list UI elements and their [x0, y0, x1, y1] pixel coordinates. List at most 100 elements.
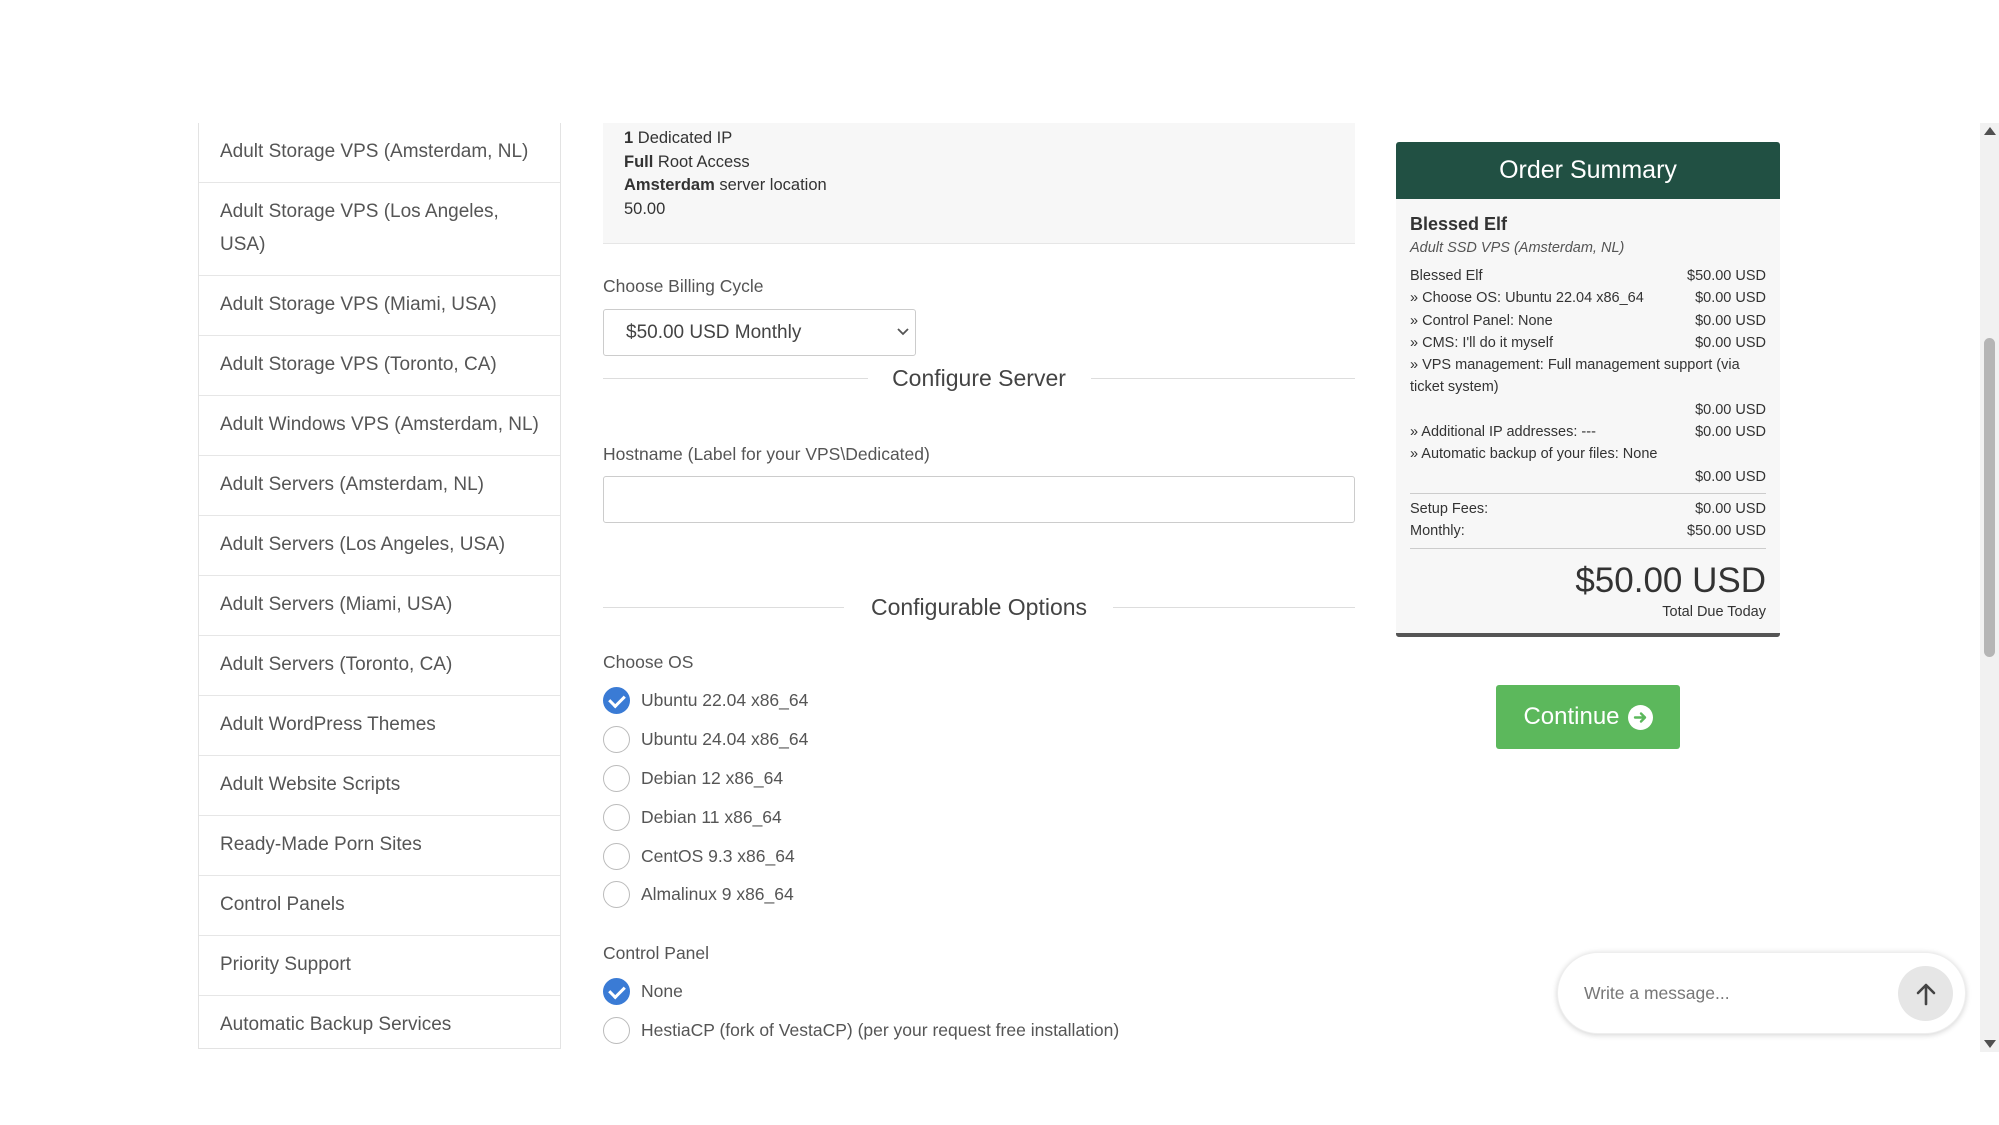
summary-line-desc: » Automatic backup of your files: None [1410, 446, 1658, 463]
summary-line-amount: $0.00 USD [1695, 334, 1766, 351]
radio-checked-icon[interactable] [603, 977, 630, 1005]
spec-root-bold: Full [624, 152, 654, 171]
summary-line-amount: $0.00 USD [1695, 401, 1766, 418]
summary-line-amount: $0.00 USD [1695, 424, 1766, 441]
sidebar-item[interactable]: Control Panels [199, 876, 560, 936]
continue-label: Continue [1523, 703, 1620, 730]
setup-fees-line: Setup Fees: $0.00 USD [1410, 498, 1766, 520]
radio-icon[interactable] [603, 880, 630, 908]
os-option-label: Ubuntu 24.04 x86_64 [641, 728, 809, 749]
configure-server-title: Configure Server [870, 365, 1088, 391]
billing-cycle-value: $50.00 USD Monthly [626, 322, 802, 343]
configure-server-title-wrap: Configure Server [603, 363, 1355, 393]
chat-widget[interactable]: Write a message... [1557, 952, 1966, 1034]
setup-fees-amount: $0.00 USD [1695, 500, 1766, 517]
summary-line-desc: » VPS management: Full management suppor… [1410, 357, 1740, 396]
sidebar-item[interactable]: Adult Servers (Amsterdam, NL) [199, 456, 560, 516]
scroll-down-arrow-icon[interactable] [1984, 1040, 1996, 1048]
summary-line-desc: » Additional IP addresses: --- [1410, 424, 1596, 441]
summary-line-amount: $0.00 USD [1695, 468, 1766, 485]
summary-line-desc: » Choose OS: Ubuntu 22.04 x86_64 [1410, 290, 1644, 307]
product-config: 1 Dedicated IP Full Root Access Amsterda… [603, 123, 1355, 1044]
spec-ip: 1 Dedicated IP [624, 127, 1334, 151]
monthly-amount: $50.00 USD [1687, 523, 1766, 540]
continue-button[interactable]: Continue [1496, 685, 1680, 749]
arrow-up-icon [1916, 983, 1935, 1005]
os-option[interactable]: Almalinux 9 x86_64 [603, 878, 794, 910]
order-summary: Order Summary Blessed Elf Adult SSD VPS … [1396, 142, 1780, 637]
summary-line: » VPS management: Full management suppor… [1410, 354, 1766, 399]
product-group: Adult SSD VPS (Amsterdam, NL) [1410, 240, 1625, 256]
hostname-input[interactable] [603, 476, 1355, 523]
os-option[interactable]: Debian 11 x86_64 [603, 801, 782, 833]
configurable-options-heading: Configurable Options [603, 592, 1355, 622]
os-option-label: Ubuntu 22.04 x86_64 [641, 689, 809, 710]
summary-line: » Choose OS: Ubuntu 22.04 x86_64 $0.00 U… [1410, 287, 1766, 309]
radio-icon[interactable] [603, 803, 630, 831]
sidebar-item[interactable]: Adult Windows VPS (Amsterdam, NL) [199, 396, 560, 456]
configurable-options-title: Configurable Options [848, 594, 1110, 620]
panel-option[interactable]: HestiaCP (fork of VestaCP) (per your req… [603, 1014, 1119, 1046]
total-due-label: Total Due Today [1662, 603, 1766, 620]
vertical-scrollbar[interactable] [1980, 123, 1999, 1052]
os-option[interactable]: CentOS 9.3 x86_64 [603, 840, 795, 872]
total-due-amount: $50.00 USD [1575, 560, 1766, 600]
radio-icon[interactable] [603, 725, 630, 753]
setup-fees-label: Setup Fees: [1410, 500, 1489, 517]
os-option[interactable]: Ubuntu 24.04 x86_64 [603, 723, 808, 755]
summary-line: » CMS: I'll do it myself $0.00 USD [1410, 332, 1766, 354]
scroll-thumb[interactable] [1984, 338, 1995, 657]
spec-location-text: server location [714, 176, 827, 194]
radio-icon[interactable] [603, 764, 630, 792]
sidebar-item[interactable]: Adult Storage VPS (Los Angeles, USA) [199, 183, 560, 276]
send-button[interactable] [1898, 966, 1953, 1021]
spec-ip-text: Dedicated IP [633, 129, 733, 147]
sidebar-item[interactable]: Adult Website Scripts [199, 756, 560, 816]
control-panel-label: Control Panel [603, 943, 710, 963]
os-option-label: Almalinux 9 x86_64 [641, 883, 794, 904]
sidebar-item[interactable]: Adult Storage VPS (Amsterdam, NL) [199, 123, 560, 183]
os-option[interactable]: Debian 12 x86_64 [603, 762, 783, 794]
sidebar-item[interactable]: Automatic Backup Services [199, 996, 560, 1052]
os-option[interactable]: Ubuntu 22.04 x86_64 [603, 684, 808, 716]
summary-divider [1410, 547, 1766, 549]
os-option-label: Debian 12 x86_64 [641, 767, 784, 788]
sidebar-item[interactable]: Adult Servers (Toronto, CA) [199, 636, 560, 696]
summary-line-amount: $50.00 USD [1687, 268, 1766, 284]
monthly-label: Monthly: [1410, 523, 1465, 540]
radio-icon[interactable] [603, 1016, 630, 1044]
os-option-label: Debian 11 x86_64 [641, 806, 782, 827]
sidebar-item[interactable]: Adult WordPress Themes [199, 696, 560, 756]
panel-option[interactable]: None [603, 975, 683, 1007]
sidebar-item[interactable]: Adult Storage VPS (Toronto, CA) [199, 336, 560, 396]
configure-server-heading: Configure Server [603, 363, 1355, 393]
radio-checked-icon[interactable] [603, 686, 630, 714]
category-sidebar: Adult Storage VPS (Amsterdam, NL) Adult … [198, 123, 561, 1049]
order-summary-title: Order Summary [1396, 142, 1780, 199]
sidebar-item[interactable]: Adult Servers (Miami, USA) [199, 576, 560, 636]
monthly-line: Monthly: $50.00 USD [1410, 520, 1766, 542]
sidebar-item[interactable]: Adult Servers (Los Angeles, USA) [199, 516, 560, 576]
summary-line: Blessed Elf $50.00 USD [1410, 265, 1766, 287]
summary-line-amount: $0.00 USD [1695, 312, 1766, 329]
panel-option-label: None [641, 980, 683, 1001]
sidebar-item[interactable]: Priority Support [199, 936, 560, 996]
spec-location-bold: Amsterdam [624, 176, 715, 194]
spec-root: Full Root Access [624, 151, 1334, 175]
summary-line: » Automatic backup of your files: None [1410, 443, 1766, 465]
summary-line-desc: » CMS: I'll do it myself [1410, 334, 1553, 351]
product-specs: 1 Dedicated IP Full Root Access Amsterda… [603, 123, 1355, 244]
sidebar-item[interactable]: Adult Storage VPS (Miami, USA) [199, 276, 560, 336]
scroll-up-arrow-icon[interactable] [1984, 127, 1996, 135]
hostname-label: Hostname (Label for your VPS\Dedicated) [603, 444, 930, 464]
chat-message-input[interactable]: Write a message... [1584, 953, 1730, 1033]
summary-line: » Control Panel: None $0.00 USD [1410, 310, 1766, 332]
billing-cycle-select[interactable]: $50.00 USD Monthly [603, 309, 916, 356]
summary-line: » Additional IP addresses: --- $0.00 USD [1410, 421, 1766, 443]
sidebar-item[interactable]: Ready-Made Porn Sites [199, 816, 560, 876]
radio-icon[interactable] [603, 842, 630, 870]
summary-line-desc: Blessed Elf [1410, 268, 1483, 284]
summary-line-desc: » Control Panel: None [1410, 312, 1553, 329]
spec-price: 50.00 [624, 199, 666, 218]
panel-option-label: HestiaCP (fork of VestaCP) (per your req… [641, 1019, 1120, 1040]
